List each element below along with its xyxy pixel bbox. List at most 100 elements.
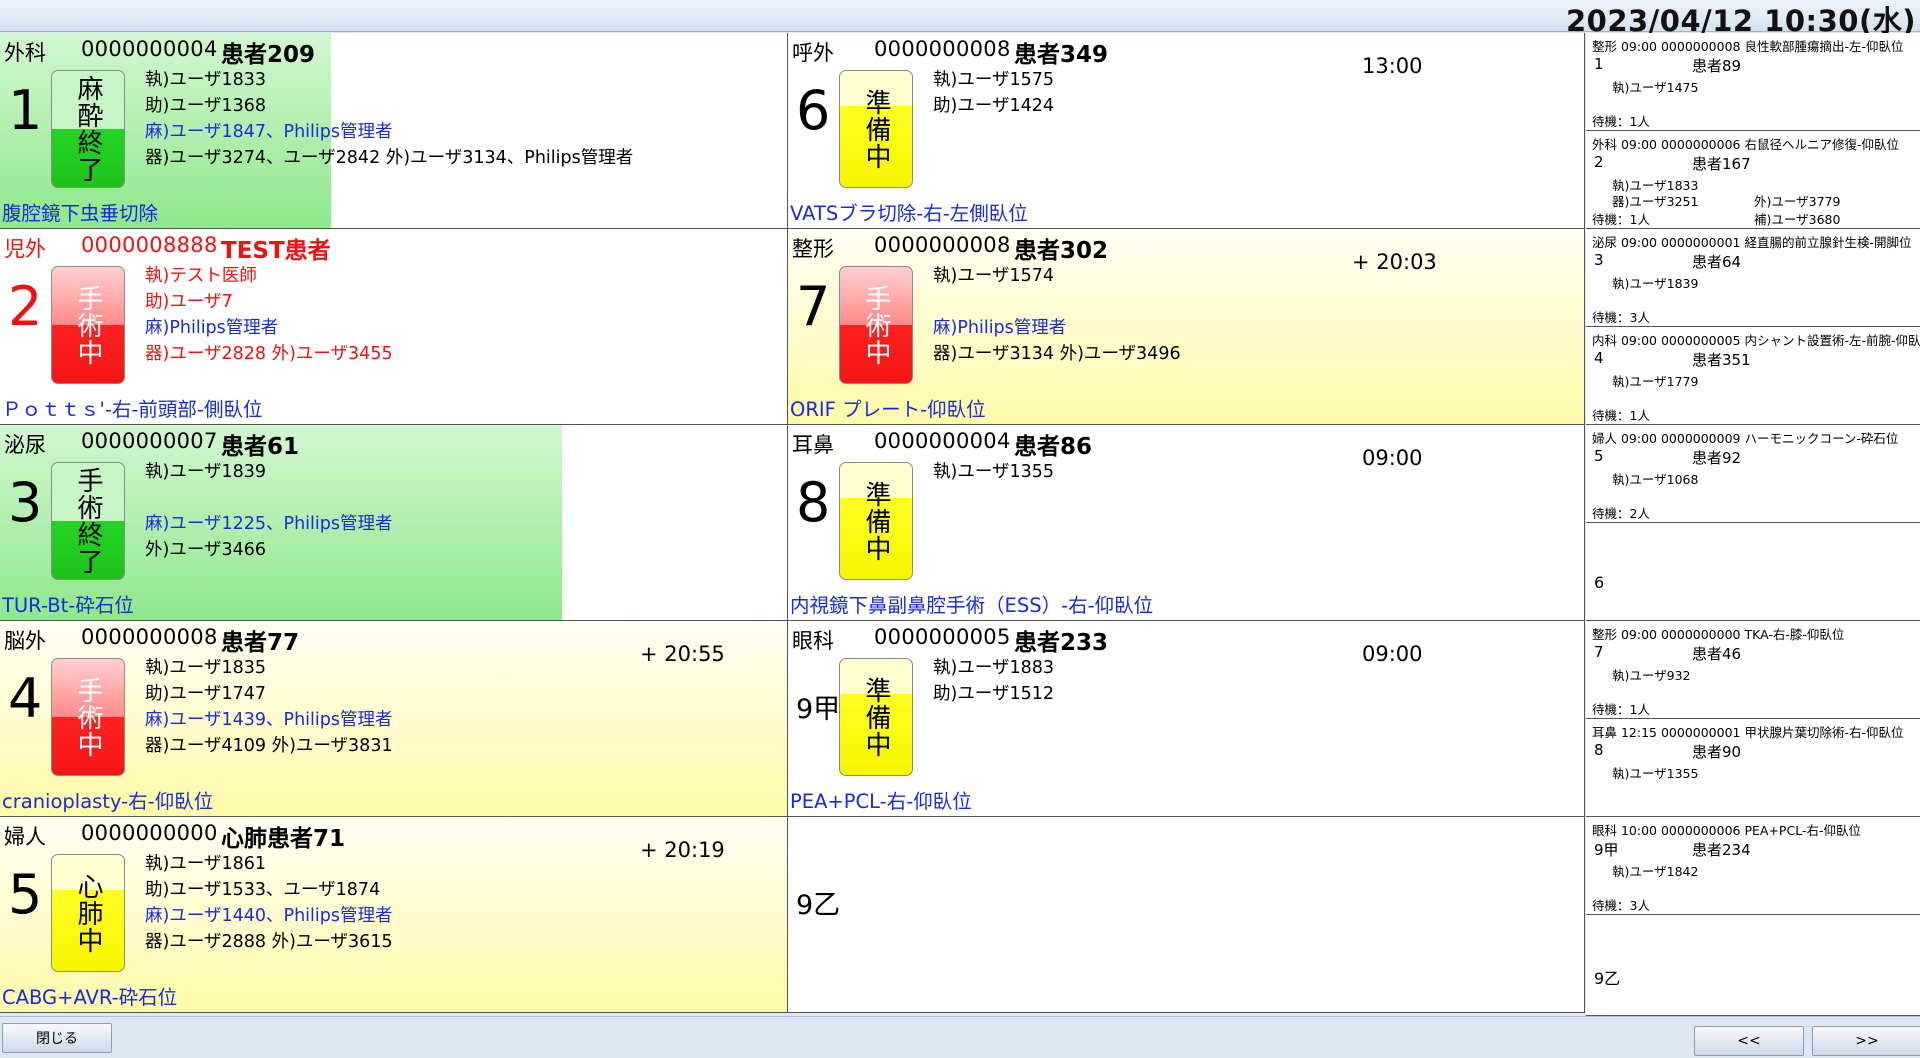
staff-list: 執)ユーザ1839 麻)ユーザ1225、Philips管理者 外)ユーザ3466 [145,459,392,563]
room-number: 4 [8,667,43,730]
queue-item-7[interactable]: 整形 09:00 0000000000 TKA-右-膝-仰臥位 7 患者46 執)ユー… [1586,621,1920,719]
queue-item-3[interactable]: 泌尿 09:00 0000000001 経直腸的前立腺針生検-開脚位 3 患者64 執… [1586,229,1920,327]
queue-item-6[interactable]: 6 [1586,523,1920,621]
queue-patient-name: 患者90 [1692,743,1742,761]
queue-header: 内科 09:00 0000000005 内シャント設置術-左-前腕-仰臥位 [1592,333,1920,348]
queue-patient-name: 患者167 [1692,155,1751,173]
staff-line: 助)ユーザ1512 [933,684,1055,704]
room-panel-6[interactable]: 呼外 0000000008 患者349 6 準備中 13:00 執)ユーザ1575 助)ユーザ… [788,33,1585,229]
staff-line: 麻)ユーザ1225、Philips管理者 [145,514,393,534]
patient-name: 患者61 [221,434,300,460]
room-panel-1[interactable]: 外科 0000000004 患者209 1 麻酔終了 執)ユーザ1833 助)ユーザ1368… [0,33,788,229]
close-button[interactable]: 閉じる [2,1023,112,1053]
scheduled-time: 09:00 [1362,642,1423,666]
status-indicator: 手術終了 [51,462,125,580]
queue-patient-name: 患者46 [1692,645,1742,663]
room-panel-10[interactable]: 9乙 [788,817,1585,1013]
queue-item-2[interactable]: 外科 09:00 0000000006 右鼠径ヘルニア修復-仰臥位 2 患者167 執… [1586,131,1920,229]
queue-slot-label: 6 [1594,573,1605,592]
department-label: 婦人 [4,825,46,849]
room-panel-5[interactable]: 婦人 0000000000 心肺患者71 5 心肺中 + 20:19 執)ユーザ1861 助)… [0,817,788,1013]
status-text: 手術終了 [73,467,103,575]
room-number: 7 [796,275,831,338]
staff-line: 器)ユーザ3134 外)ユーザ3496 [933,344,1181,364]
status-indicator: 手術中 [839,266,913,384]
queue-item-1[interactable]: 整形 09:00 0000000008 良性軟部腫瘍摘出-左-仰臥位 1 患者89 執… [1586,33,1920,131]
status-text: 心肺中 [73,872,103,954]
staff-line: 外)ユーザ3466 [145,540,267,560]
staff-line: 執)ユーザ1574 [933,266,1055,286]
queue-sequence: 9甲 [1594,841,1619,859]
department-label: 外科 [4,41,46,65]
queue-patient-name: 患者234 [1692,841,1751,859]
queue-patient-name: 患者64 [1692,253,1742,271]
queue-item-5[interactable]: 婦人 09:00 0000000009 ハーモニックコーン-砕石位 5 患者92 執)… [1586,425,1920,523]
patient-id: 0000008888 [81,233,218,257]
queue-item-10[interactable]: 9乙 [1586,915,1920,1016]
queue-header: 耳鼻 12:15 0000000001 甲状腺片葉切除術-右-仰臥位 [1592,725,1904,740]
staff-line: 執)ユーザ1575 [933,70,1055,90]
staff-list: 執)ユーザ1835 助)ユーザ1747 麻)ユーザ1439、Philips管理者 器)… [145,655,393,759]
procedure-name: cranioplasty-右-仰臥位 [2,790,214,813]
queue-patient-name: 患者89 [1692,57,1742,75]
queue-waiting-count: 待機：1人 [1592,114,1650,129]
patient-name: 患者86 [1014,434,1093,460]
patient-name: 患者209 [221,42,316,68]
room-panel-3[interactable]: 泌尿 0000000007 患者61 3 手術終了 執)ユーザ1839 麻)ユーザ1225、… [0,425,788,621]
queue-item-8[interactable]: 耳鼻 12:15 0000000001 甲状腺片葉切除術-右-仰臥位 8 患者90 執… [1586,719,1920,817]
patient-id: 0000000007 [81,429,218,453]
queue-waiting-count: 待機：1人 [1592,408,1650,423]
queue-staff-line: 執)ユーザ1475 [1612,80,1699,95]
queue-item-9[interactable]: 眼科 10:00 0000000006 PEA+PCL-右-仰臥位 9甲 患者234… [1586,817,1920,915]
room-panel-2[interactable]: 児外 0000008888 TEST患者 2 手術中 執)テスト医師 助)ユーザ7 麻)Phi… [0,229,788,425]
staff-line: 執)ユーザ1839 [145,462,267,482]
room-number: 8 [796,471,831,534]
staff-line: 麻)ユーザ1847、Philips管理者 [145,122,393,142]
department-label: 泌尿 [4,433,46,457]
prev-page-button[interactable]: << [1694,1026,1804,1056]
staff-line: 助)ユーザ1424 [933,96,1055,116]
room-panel-9[interactable]: 眼科 0000000005 患者233 9甲 準備中 09:00 執)ユーザ1883 助)ユー… [788,621,1585,817]
room-panel-4[interactable]: 脳外 0000000008 患者77 4 手術中 + 20:55 執)ユーザ1835 助)ユー… [0,621,788,817]
queue-staff-line: 執)ユーザ1779 [1612,374,1699,389]
department-label: 呼外 [792,41,834,65]
patient-id: 0000000004 [874,429,1011,453]
queue-header: 婦人 09:00 0000000009 ハーモニックコーン-砕石位 [1592,431,1899,446]
patient-id: 0000000008 [874,37,1011,61]
procedure-name: PEA+PCL-右-仰臥位 [790,790,972,813]
status-indicator: 麻酔終了 [51,70,125,188]
procedure-name: 内視鏡下鼻副鼻腔手術（ESS）-右-仰臥位 [790,594,1154,617]
staff-line: 執)ユーザ1833 [145,70,267,90]
procedure-name: VATSブラ切除-右-左側臥位 [790,202,1028,225]
staff-line: 麻)Philips管理者 [933,318,1067,338]
status-indicator: 準備中 [839,462,913,580]
patient-id: 0000000008 [81,625,218,649]
patient-name: 患者77 [221,630,300,656]
queue-staff-line: 執)ユーザ1842 [1612,864,1699,879]
queue-header: 眼科 10:00 0000000006 PEA+PCL-右-仰臥位 [1592,823,1861,838]
overtime-timer: + 20:55 [640,642,725,666]
queue-waiting-count: 待機：2人 [1592,506,1650,521]
staff-list: 執)ユーザ1833 助)ユーザ1368 麻)ユーザ1847、Philips管理者 器)… [145,67,633,171]
staff-line: 助)ユーザ1747 [145,684,267,704]
next-page-button[interactable]: >> [1812,1026,1920,1056]
procedure-name: TUR-Bt-砕石位 [2,594,134,617]
queue-sequence: 3 [1594,251,1604,269]
procedure-name: 腹腔鏡下虫垂切除 [2,202,159,225]
staff-line: 麻)ユーザ1439、Philips管理者 [145,710,393,730]
queue-waiting-count: 待機：1人 [1592,212,1650,227]
room-number: 1 [8,79,43,142]
staff-line: 器)ユーザ2828 外)ユーザ3455 [145,344,393,364]
staff-line [933,289,1181,315]
staff-list: 執)ユーザ1574 麻)Philips管理者器)ユーザ3134 外)ユーザ3496 [933,263,1181,367]
patient-name: TEST患者 [221,238,331,264]
patient-name: 患者233 [1014,630,1109,656]
overtime-timer: + 20:03 [1352,250,1437,274]
room-panel-7[interactable]: 整形 0000000008 患者302 7 手術中 + 20:03 執)ユーザ1574 麻)P… [788,229,1585,425]
room-number: 2 [8,275,43,338]
room-panel-8[interactable]: 耳鼻 0000000004 患者86 8 準備中 09:00 執)ユーザ1355 内視鏡下鼻副… [788,425,1585,621]
queue-sequence: 7 [1594,643,1604,661]
queue-item-4[interactable]: 内科 09:00 0000000005 内シャント設置術-左-前腕-仰臥位 4 患者… [1586,327,1920,425]
queue-staff-line: 器)ユーザ3251 [1612,194,1699,209]
patient-id: 0000000005 [874,625,1011,649]
